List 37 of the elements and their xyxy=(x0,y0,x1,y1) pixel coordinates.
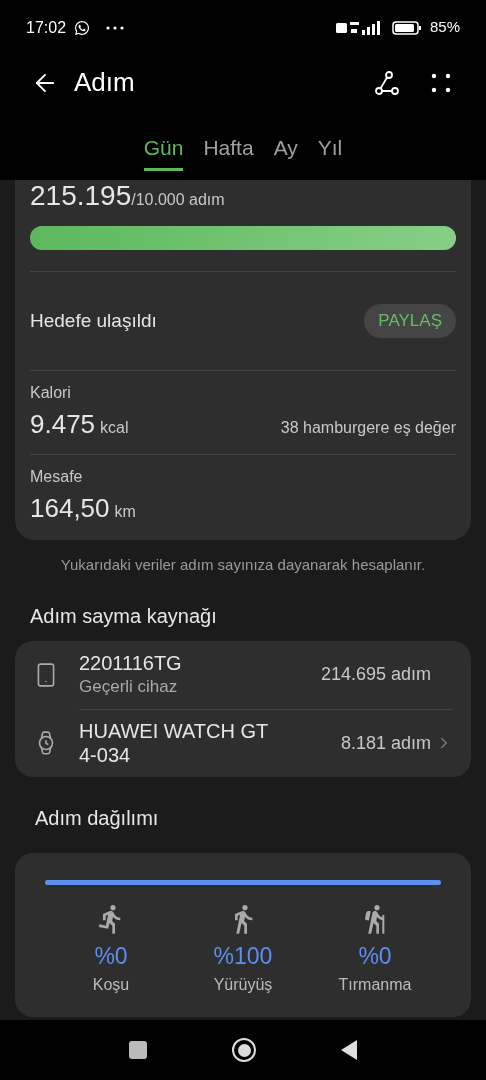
activity-label: Koşu xyxy=(92,975,130,995)
metric-unit: kcal xyxy=(100,418,129,438)
device-steps: 214.695 adım xyxy=(320,661,431,688)
device-steps: 8.181 adım xyxy=(340,729,431,757)
home-button[interactable] xyxy=(232,1038,256,1062)
more-notifications-icon xyxy=(106,25,125,30)
share-button[interactable]: PAYLAŞ xyxy=(364,304,456,338)
metric-label: Mesafe xyxy=(30,467,84,487)
chat-icon xyxy=(74,19,91,36)
status-time: 17:02 xyxy=(26,17,67,38)
metric-label: Kalori xyxy=(30,383,72,403)
goal-status: Hedefe ulaşıldı xyxy=(30,308,157,333)
activity-label: Yürüyüş xyxy=(213,975,273,995)
step-goal: /10.000 adım xyxy=(131,191,225,210)
metric-note: 38 hamburgere eş değer xyxy=(280,418,456,438)
device-name: 2201116TG xyxy=(79,650,183,675)
period-tab[interactable]: Hafta xyxy=(203,125,254,171)
section-title: Adım sayma kaynağı xyxy=(30,603,218,629)
period-tab[interactable]: Ay xyxy=(273,125,298,171)
percent-value: %0 xyxy=(94,941,128,971)
metric-value: 9.475 xyxy=(30,408,96,441)
step-count: 215.195 xyxy=(30,180,132,212)
metric-unit: km xyxy=(114,502,136,522)
metric-value: 164,50 xyxy=(30,492,110,525)
battery-icon xyxy=(391,20,422,35)
battery-percent: 85% xyxy=(429,17,460,38)
percent-value: %0 xyxy=(358,941,392,971)
footnote: Yukarıdaki veriler adım sayınıza dayanarak hesaplanır. xyxy=(59,555,427,575)
period-tab[interactable]: Yıl xyxy=(317,125,343,171)
percent-value: %100 xyxy=(213,941,273,971)
activity-label: Tırmanma xyxy=(338,975,412,995)
page-title: Adım xyxy=(74,66,135,99)
back-nav-icon[interactable] xyxy=(341,1040,357,1060)
device-name: HUAWEI WATCH GT 4-034 xyxy=(79,719,269,767)
period-tab[interactable]: Gün xyxy=(143,125,184,171)
section-title: Adım dağılımı xyxy=(35,805,160,831)
device-subtitle: Geçerli cihaz xyxy=(79,675,179,698)
